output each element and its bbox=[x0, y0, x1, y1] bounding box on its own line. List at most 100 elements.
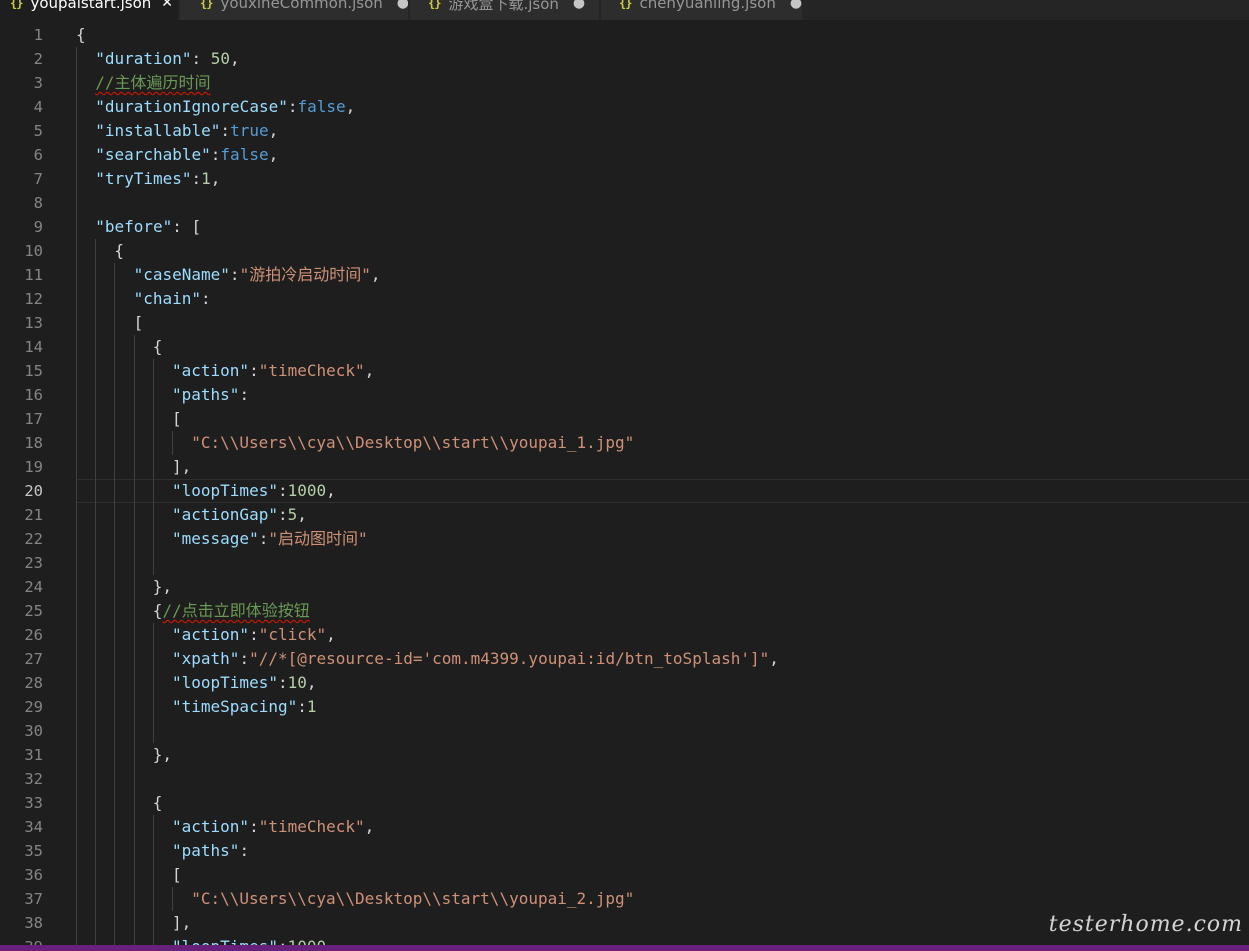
code-line[interactable]: "message":"启动图时间" bbox=[172, 527, 368, 551]
punctuation: , bbox=[297, 505, 307, 524]
line-number: 2 bbox=[33, 50, 43, 68]
line-number: 12 bbox=[24, 290, 43, 308]
code-line[interactable]: }, bbox=[153, 743, 172, 767]
code-line[interactable]: }, bbox=[153, 575, 172, 599]
line-number: 3 bbox=[33, 74, 43, 92]
code-line[interactable]: [ bbox=[134, 311, 144, 335]
json-key: "action" bbox=[172, 625, 250, 644]
json-key: "tryTimes" bbox=[95, 169, 192, 188]
line-number: 13 bbox=[24, 314, 43, 332]
line-number: 4 bbox=[33, 98, 43, 116]
string-value: "//*[@resource-id='com.m4399.youpai:id/b… bbox=[249, 649, 770, 668]
code-line[interactable]: "xpath":"//*[@resource-id='com.m4399.you… bbox=[172, 647, 779, 671]
json-key: "duration" bbox=[95, 49, 192, 68]
number-value: 5 bbox=[287, 505, 298, 524]
code-line[interactable]: "action":"timeCheck", bbox=[172, 359, 374, 383]
code-line[interactable]: "action":"click", bbox=[172, 623, 336, 647]
line-number: 34 bbox=[24, 818, 43, 836]
punctuation: : bbox=[201, 289, 211, 308]
line-number: 35 bbox=[24, 842, 43, 860]
line-number: 14 bbox=[24, 338, 43, 356]
json-file-icon: {} bbox=[619, 0, 632, 10]
string-value: "timeCheck" bbox=[258, 817, 365, 836]
number-value: 50 bbox=[210, 49, 231, 68]
unsaved-dot-icon[interactable]: ● bbox=[790, 0, 802, 11]
code-line[interactable]: "duration": 50, bbox=[95, 47, 240, 71]
code-line[interactable]: { bbox=[76, 23, 86, 47]
code-line[interactable]: "searchable":false, bbox=[95, 143, 278, 167]
code-line[interactable]: "actionGap":5, bbox=[172, 503, 307, 527]
line-number: 38 bbox=[24, 914, 43, 932]
line-number-gutter: 1 2 3 4 5 6 7 8 9 10 11 12 13 14 15 16 17 18 19 20 21 22 23 24 2… bbox=[0, 20, 56, 945]
json-key: "before" bbox=[95, 217, 173, 236]
code-line[interactable]: "before": [ bbox=[95, 215, 201, 239]
code-line[interactable]: { bbox=[153, 791, 163, 815]
punctuation: [ bbox=[172, 865, 182, 884]
code-line[interactable]: "chain": bbox=[134, 287, 211, 311]
code-line[interactable]: //主体遍历时间 bbox=[95, 71, 210, 95]
number-value: 1 bbox=[306, 697, 317, 716]
line-number: 22 bbox=[24, 530, 43, 548]
unsaved-dot-icon[interactable]: ● bbox=[573, 0, 585, 11]
line-number: 32 bbox=[24, 770, 43, 788]
tab-chenyuanling-json[interactable]: {} chenyuanling.json ● bbox=[601, 0, 803, 20]
punctuation: : bbox=[277, 481, 288, 500]
tab-label: chenyuanling.json bbox=[639, 0, 776, 12]
punctuation: : bbox=[239, 385, 250, 404]
code-line[interactable]: "durationIgnoreCase":false, bbox=[95, 95, 355, 119]
punctuation: , bbox=[326, 937, 336, 945]
punctuation: : bbox=[229, 265, 240, 284]
code-line[interactable]: "paths": bbox=[172, 839, 249, 863]
code-line[interactable]: [ bbox=[172, 863, 182, 887]
line-number: 11 bbox=[24, 266, 43, 284]
punctuation: , bbox=[326, 481, 336, 500]
punctuation: { bbox=[76, 25, 86, 44]
code-line[interactable]: { bbox=[153, 335, 163, 359]
code-line[interactable]: "timeSpacing":1 bbox=[172, 695, 317, 719]
code-line[interactable]: "installable":true, bbox=[95, 119, 278, 143]
line-number: 1 bbox=[33, 26, 43, 44]
punctuation: , bbox=[364, 361, 375, 380]
json-key: "searchable" bbox=[95, 145, 211, 164]
code-line[interactable]: "tryTimes":1, bbox=[95, 167, 220, 191]
code-line[interactable]: "C:\\Users\\cya\\Desktop\\start\\youpai_… bbox=[191, 431, 634, 455]
code-line[interactable]: "paths": bbox=[172, 383, 249, 407]
string-value: "C:\\Users\\cya\\Desktop\\start\\youpai_… bbox=[191, 433, 635, 452]
boolean-value: true bbox=[230, 121, 269, 140]
code-line[interactable]: "action":"timeCheck", bbox=[172, 815, 374, 839]
json-key: "chain" bbox=[133, 289, 202, 308]
json-key: "action" bbox=[172, 817, 250, 836]
string-value: "timeCheck" bbox=[258, 361, 365, 380]
number-value: 1000 bbox=[287, 481, 327, 500]
line-number: 10 bbox=[24, 242, 43, 260]
close-icon[interactable]: ✕ bbox=[161, 0, 173, 11]
code-line[interactable]: { bbox=[114, 239, 124, 263]
punctuation: , bbox=[306, 673, 317, 692]
json-key: "xpath" bbox=[172, 649, 240, 668]
tab-label: youpaistart.json bbox=[30, 0, 152, 12]
code-line[interactable]: ], bbox=[172, 455, 191, 479]
code-line[interactable]: "C:\\Users\\cya\\Desktop\\start\\youpai_… bbox=[191, 887, 634, 911]
code-line[interactable]: "loopTimes":1000, bbox=[172, 935, 336, 945]
line-number: 16 bbox=[24, 386, 43, 404]
unsaved-dot-icon[interactable]: ● bbox=[397, 0, 408, 11]
code-line[interactable]: "loopTimes":10, bbox=[172, 671, 317, 695]
line-number: 19 bbox=[24, 458, 43, 476]
punctuation: : bbox=[277, 673, 288, 692]
code-area[interactable]: {"duration": 50, //主体遍历时间 "durationIgnoreC… bbox=[76, 20, 1249, 945]
code-editor[interactable]: 1 2 3 4 5 6 7 8 9 10 11 12 13 14 15 16 17 18 19 20 21 22 23 24 2… bbox=[0, 20, 1249, 945]
code-line[interactable]: ], bbox=[172, 911, 191, 935]
punctuation: : bbox=[278, 937, 288, 945]
tab-youpaistart-json[interactable]: {} youpaistart.json ✕ bbox=[0, 0, 179, 20]
tab-json[interactable]: {} 游戏盒下载.json ● bbox=[410, 0, 600, 20]
punctuation: : bbox=[297, 697, 307, 716]
code-line[interactable]: "loopTimes":1000, bbox=[172, 479, 336, 503]
code-line[interactable]: {//点击立即体验按钮 bbox=[153, 599, 310, 623]
number-value: 1 bbox=[201, 169, 211, 188]
tab-youxihecommon-json[interactable]: {} youxiheCommon.json ● bbox=[180, 0, 409, 20]
punctuation: : bbox=[210, 145, 221, 164]
code-line[interactable]: "caseName":"游拍冷启动时间", bbox=[134, 263, 381, 287]
code-line[interactable]: [ bbox=[172, 407, 182, 431]
line-number: 15 bbox=[24, 362, 43, 380]
status-bar bbox=[0, 945, 1249, 951]
